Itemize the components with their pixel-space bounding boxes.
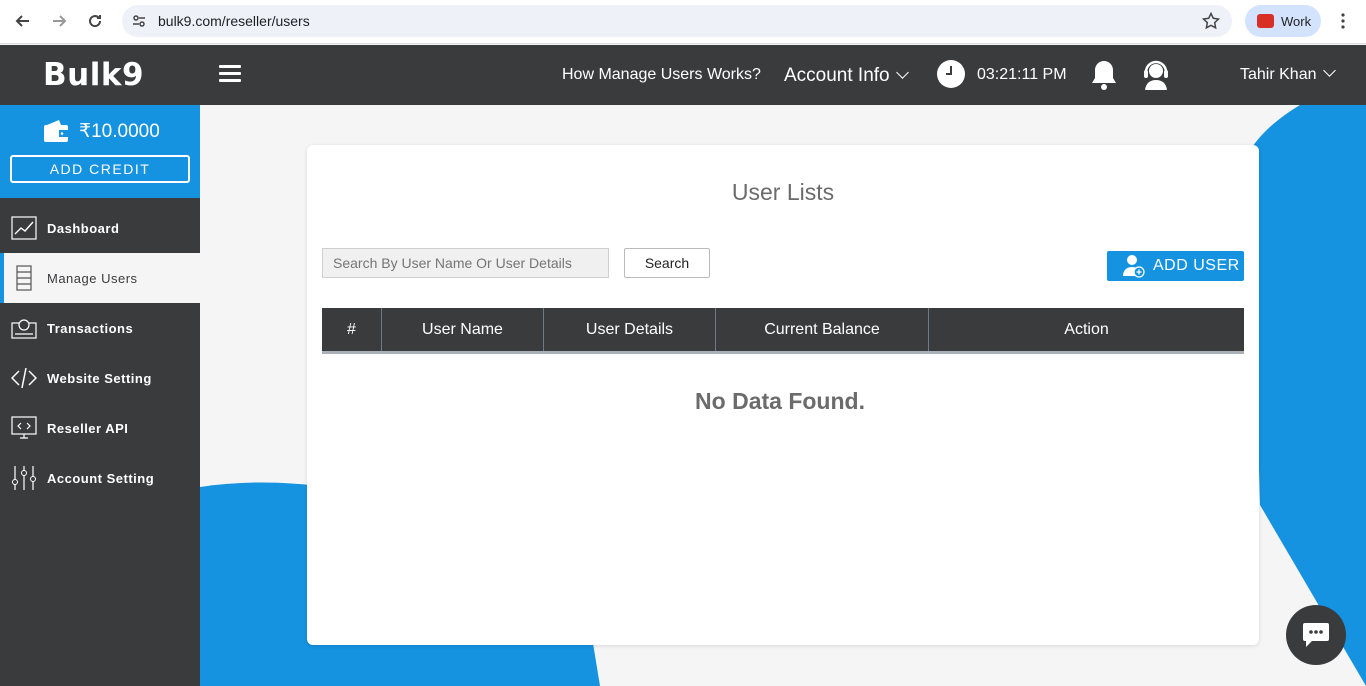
column-header-action: Action xyxy=(1064,320,1109,338)
add-user-button[interactable]: ADD USER xyxy=(1107,251,1244,281)
user-name-label: Tahir Khan xyxy=(1240,66,1317,83)
sidebar: ₹10.0000 ADD CREDIT Dashboard Manage Use… xyxy=(0,105,200,686)
sidebar-item-label: Reseller API xyxy=(47,420,129,436)
app-header: Bulk9 How Manage Users Works? Account In… xyxy=(0,45,1366,105)
add-user-icon xyxy=(1123,254,1145,278)
wallet-panel: ₹10.0000 ADD CREDIT xyxy=(0,105,200,198)
sidebar-item-website-setting[interactable]: Website Setting xyxy=(0,353,200,403)
current-time: 03:21:11 PM xyxy=(977,66,1067,83)
sidebar-item-reseller-api[interactable]: Reseller API xyxy=(0,403,200,453)
sidebar-item-label: Transactions xyxy=(47,320,134,336)
help-link[interactable]: How Manage Users Works? xyxy=(562,66,761,84)
add-user-label: ADD USER xyxy=(1153,257,1240,274)
sidebar-item-label: Website Setting xyxy=(47,370,152,386)
sidebar-item-label: Manage Users xyxy=(47,270,138,286)
browser-toolbar: bulk9.com/reseller/users Work xyxy=(0,0,1366,44)
reload-icon[interactable] xyxy=(83,9,107,33)
wallet-icon xyxy=(43,119,69,148)
code-icon xyxy=(11,365,37,391)
sidebar-item-label: Account Setting xyxy=(47,470,155,486)
hamburger-menu-icon[interactable] xyxy=(219,65,241,83)
chat-widget-button[interactable] xyxy=(1286,605,1346,665)
search-button[interactable]: Search xyxy=(624,248,710,278)
chevron-down-icon xyxy=(895,66,909,79)
sidebar-item-account-setting[interactable]: Account Setting xyxy=(0,453,200,503)
sidebar-item-manage-users[interactable]: Manage Users xyxy=(0,253,200,303)
address-bar[interactable]: bulk9.com/reseller/users xyxy=(122,5,1232,37)
user-list-card: User Lists Search ADD USER # User Name U… xyxy=(307,145,1259,645)
search-input[interactable] xyxy=(322,248,609,278)
sidebar-item-transactions[interactable]: Transactions xyxy=(0,303,200,353)
empty-state-message: No Data Found. xyxy=(695,388,865,414)
sidebar-item-dashboard[interactable]: Dashboard xyxy=(0,203,200,253)
column-header-user-name: User Name xyxy=(382,308,544,351)
page-title: User Lists xyxy=(731,179,835,205)
sidebar-menu: Dashboard Manage Users Transactions Webs… xyxy=(0,203,200,503)
account-info-dropdown[interactable]: Account Info xyxy=(784,65,909,87)
sidebar-item-label: Dashboard xyxy=(47,220,120,236)
browser-menu-icon[interactable] xyxy=(1331,9,1355,33)
table-header: # User Name User Details Current Balance… xyxy=(322,308,1244,354)
forward-icon[interactable] xyxy=(47,9,71,33)
profile-avatar-icon xyxy=(1257,14,1274,28)
chat-icon xyxy=(1302,622,1330,648)
users-icon xyxy=(11,265,37,291)
profile-button[interactable]: Work xyxy=(1245,5,1321,37)
user-menu-dropdown[interactable]: Tahir Khan xyxy=(1240,64,1336,84)
chart-icon xyxy=(11,215,37,241)
site-settings-icon[interactable] xyxy=(131,13,147,34)
profile-label: Work xyxy=(1281,13,1312,29)
url-text: bulk9.com/reseller/users xyxy=(158,13,310,29)
add-credit-button[interactable]: ADD CREDIT xyxy=(10,155,190,183)
support-agent-icon[interactable] xyxy=(1142,59,1170,96)
column-header-current-balance: Current Balance xyxy=(716,308,929,351)
account-info-label: Account Info xyxy=(784,65,890,86)
transactions-icon xyxy=(11,315,37,341)
column-header-index: # xyxy=(322,308,382,351)
bell-icon[interactable] xyxy=(1090,59,1118,96)
api-icon xyxy=(11,415,37,441)
column-header-user-details: User Details xyxy=(544,308,716,351)
clock-icon xyxy=(937,60,965,88)
chevron-down-icon xyxy=(1322,64,1336,77)
back-icon[interactable] xyxy=(11,9,35,33)
wallet-balance: ₹10.0000 xyxy=(79,121,160,142)
sliders-icon xyxy=(11,465,37,491)
bookmark-star-icon[interactable] xyxy=(1201,11,1221,35)
logo[interactable]: Bulk9 xyxy=(43,57,144,93)
